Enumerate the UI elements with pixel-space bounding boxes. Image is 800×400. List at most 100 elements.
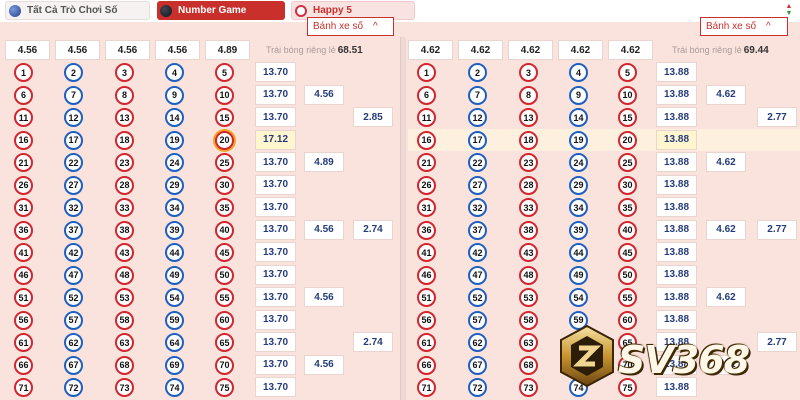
number-ball[interactable]: 72 <box>64 378 83 397</box>
number-ball[interactable]: 51 <box>417 288 436 307</box>
column-odds-box[interactable]: 4.56 <box>5 40 50 60</box>
group-odds-button[interactable]: 2.74 <box>353 219 393 240</box>
number-ball[interactable]: 72 <box>468 378 487 397</box>
number-ball[interactable]: 55 <box>618 288 637 307</box>
number-ball[interactable]: 9 <box>165 85 184 105</box>
number-ball[interactable]: 41 <box>417 243 436 262</box>
number-ball[interactable]: 63 <box>115 333 134 352</box>
number-ball[interactable]: 44 <box>165 243 184 262</box>
row-odds-button[interactable]: 13.70 <box>255 354 296 375</box>
number-ball[interactable]: 8 <box>115 85 134 105</box>
number-ball[interactable]: 33 <box>519 198 538 217</box>
row-odds-button[interactable]: 13.70 <box>255 62 296 82</box>
row-odds-button[interactable]: 13.88 <box>656 129 697 150</box>
number-ball[interactable]: 31 <box>14 198 33 217</box>
number-ball[interactable]: 65 <box>215 333 234 352</box>
number-ball[interactable]: 6 <box>14 85 33 105</box>
number-ball[interactable]: 31 <box>417 198 436 217</box>
number-ball[interactable]: 27 <box>64 175 83 195</box>
number-ball[interactable]: 71 <box>14 378 33 397</box>
row-odds-button[interactable]: 13.88 <box>656 84 697 105</box>
number-ball[interactable]: 58 <box>519 310 538 330</box>
row-odds-button[interactable]: 13.70 <box>255 84 296 105</box>
number-ball[interactable]: 46 <box>14 265 33 285</box>
number-ball[interactable]: 67 <box>468 355 487 375</box>
number-ball[interactable]: 18 <box>115 130 134 150</box>
number-ball[interactable]: 26 <box>417 175 436 195</box>
number-ball[interactable]: 41 <box>14 243 33 262</box>
column-odds-box[interactable]: 4.62 <box>608 40 653 60</box>
number-ball[interactable]: 52 <box>64 288 83 307</box>
column-odds-box[interactable]: 4.56 <box>155 40 200 60</box>
number-ball[interactable]: 74 <box>165 378 184 397</box>
column-odds-box[interactable]: 4.56 <box>55 40 100 60</box>
number-ball[interactable]: 30 <box>618 175 637 195</box>
number-ball[interactable]: 61 <box>14 333 33 352</box>
number-ball[interactable]: 62 <box>468 333 487 352</box>
row-odds-button[interactable]: 13.70 <box>255 377 296 397</box>
pair-odds-button[interactable]: 4.62 <box>706 219 746 240</box>
number-ball[interactable]: 11 <box>14 108 33 127</box>
number-ball[interactable]: 25 <box>215 153 234 172</box>
number-ball[interactable]: 40 <box>215 220 234 240</box>
number-ball[interactable]: 6 <box>417 85 436 105</box>
number-ball[interactable]: 12 <box>64 108 83 127</box>
number-ball[interactable]: 35 <box>215 198 234 217</box>
row-odds-button[interactable]: 13.70 <box>255 287 296 307</box>
single-ball-value[interactable]: 68.51 <box>338 45 363 56</box>
row-odds-button[interactable]: 13.70 <box>255 152 296 172</box>
number-ball[interactable]: 49 <box>165 265 184 285</box>
number-ball[interactable]: 4 <box>165 63 184 82</box>
number-ball[interactable]: 66 <box>417 355 436 375</box>
number-ball[interactable]: 66 <box>14 355 33 375</box>
row-odds-button[interactable]: 13.70 <box>255 264 296 285</box>
number-ball[interactable]: 14 <box>569 108 588 127</box>
number-ball[interactable]: 53 <box>115 288 134 307</box>
number-ball[interactable]: 32 <box>64 198 83 217</box>
number-ball[interactable]: 36 <box>417 220 436 240</box>
column-odds-box[interactable]: 4.62 <box>408 40 453 60</box>
number-ball[interactable]: 59 <box>165 310 184 330</box>
row-odds-button[interactable]: 13.88 <box>656 287 697 307</box>
row-odds-button[interactable]: 13.88 <box>656 174 697 195</box>
number-ball[interactable]: 56 <box>417 310 436 330</box>
row-odds-button[interactable]: 17.12 <box>255 129 296 150</box>
number-ball[interactable]: 30 <box>215 175 234 195</box>
number-ball[interactable]: 29 <box>165 175 184 195</box>
number-ball[interactable]: 28 <box>115 175 134 195</box>
number-ball[interactable]: 3 <box>115 63 134 82</box>
number-ball[interactable]: 23 <box>519 153 538 172</box>
number-ball[interactable]: 19 <box>165 130 184 150</box>
number-ball[interactable]: 48 <box>519 265 538 285</box>
number-ball[interactable]: 20 <box>215 130 234 150</box>
pair-odds-button[interactable]: 4.56 <box>304 219 344 240</box>
number-ball[interactable]: 54 <box>569 288 588 307</box>
number-ball[interactable]: 60 <box>215 310 234 330</box>
number-ball[interactable]: 21 <box>14 153 33 172</box>
row-odds-button[interactable]: 13.88 <box>656 107 697 127</box>
pair-odds-button[interactable]: 4.62 <box>706 84 746 105</box>
number-ball[interactable]: 13 <box>115 108 134 127</box>
column-odds-box[interactable]: 4.62 <box>458 40 503 60</box>
number-ball[interactable]: 61 <box>417 333 436 352</box>
column-odds-box[interactable]: 4.89 <box>205 40 250 60</box>
number-ball[interactable]: 34 <box>165 198 184 217</box>
number-ball[interactable]: 47 <box>64 265 83 285</box>
row-odds-button[interactable]: 13.88 <box>656 197 697 217</box>
number-ball[interactable]: 69 <box>165 355 184 375</box>
number-ball[interactable]: 63 <box>519 333 538 352</box>
number-ball[interactable]: 17 <box>64 130 83 150</box>
number-ball[interactable]: 15 <box>215 108 234 127</box>
number-ball[interactable]: 38 <box>519 220 538 240</box>
row-odds-button[interactable]: 13.88 <box>656 264 697 285</box>
number-ball[interactable]: 46 <box>417 265 436 285</box>
group-odds-button[interactable]: 2.74 <box>353 332 393 352</box>
number-ball[interactable]: 48 <box>115 265 134 285</box>
number-ball[interactable]: 43 <box>115 243 134 262</box>
row-odds-button[interactable]: 13.70 <box>255 332 296 352</box>
single-ball-value[interactable]: 69.44 <box>744 45 769 56</box>
number-ball[interactable]: 53 <box>519 288 538 307</box>
number-ball[interactable]: 24 <box>569 153 588 172</box>
number-ball[interactable]: 40 <box>618 220 637 240</box>
number-ball[interactable]: 14 <box>165 108 184 127</box>
